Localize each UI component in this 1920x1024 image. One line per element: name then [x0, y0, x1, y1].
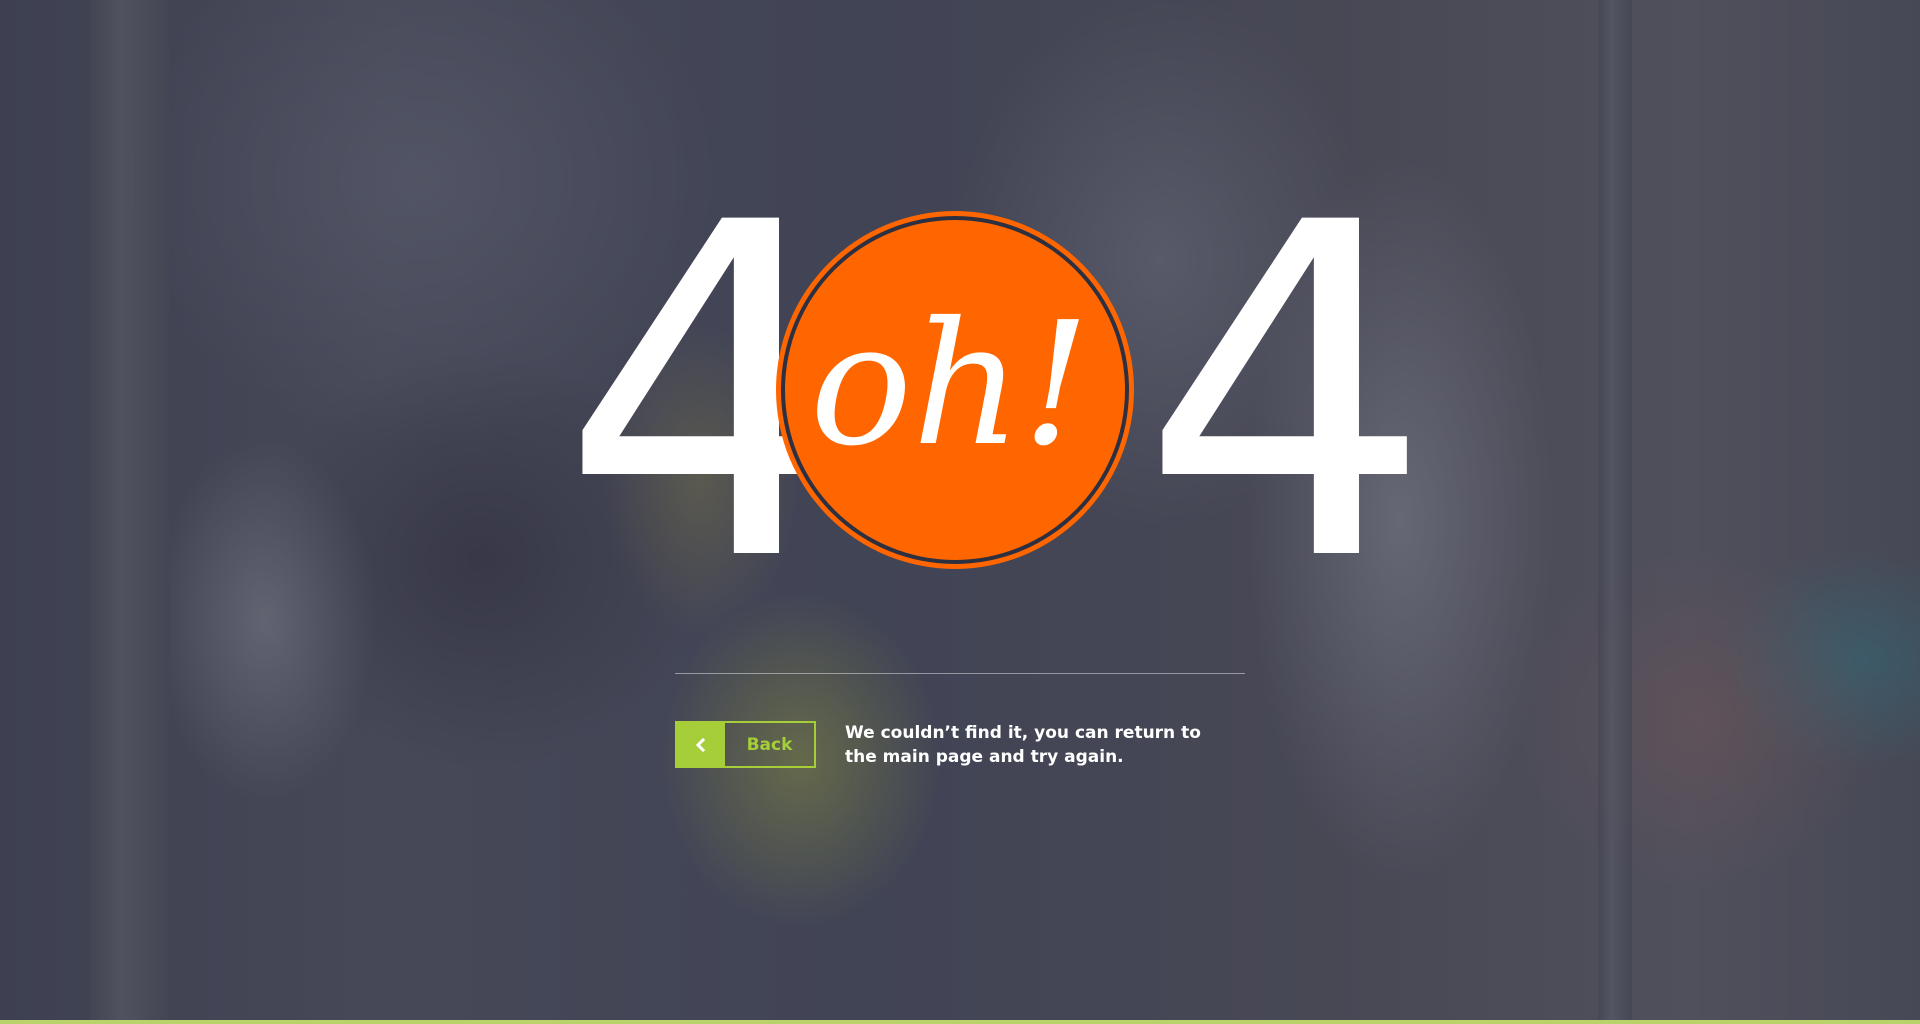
oh-text: oh! [809, 286, 1091, 484]
back-button[interactable]: Back [675, 721, 816, 768]
bottom-accent-bar [0, 1020, 1920, 1024]
error-message: We couldn’t find it, you can return to t… [845, 723, 1201, 767]
error-page: 4 oh! 4 Back We couldn’t find it, you ca… [0, 0, 1920, 1024]
back-button-label: Back [746, 734, 793, 755]
oh-circle-badge: oh! [785, 220, 1125, 560]
divider [675, 673, 1245, 674]
error-digit-right: 4 [1140, 127, 1433, 662]
chevron-left-icon [677, 723, 725, 766]
error-code-404: 4 oh! 4 [560, 165, 1433, 625]
